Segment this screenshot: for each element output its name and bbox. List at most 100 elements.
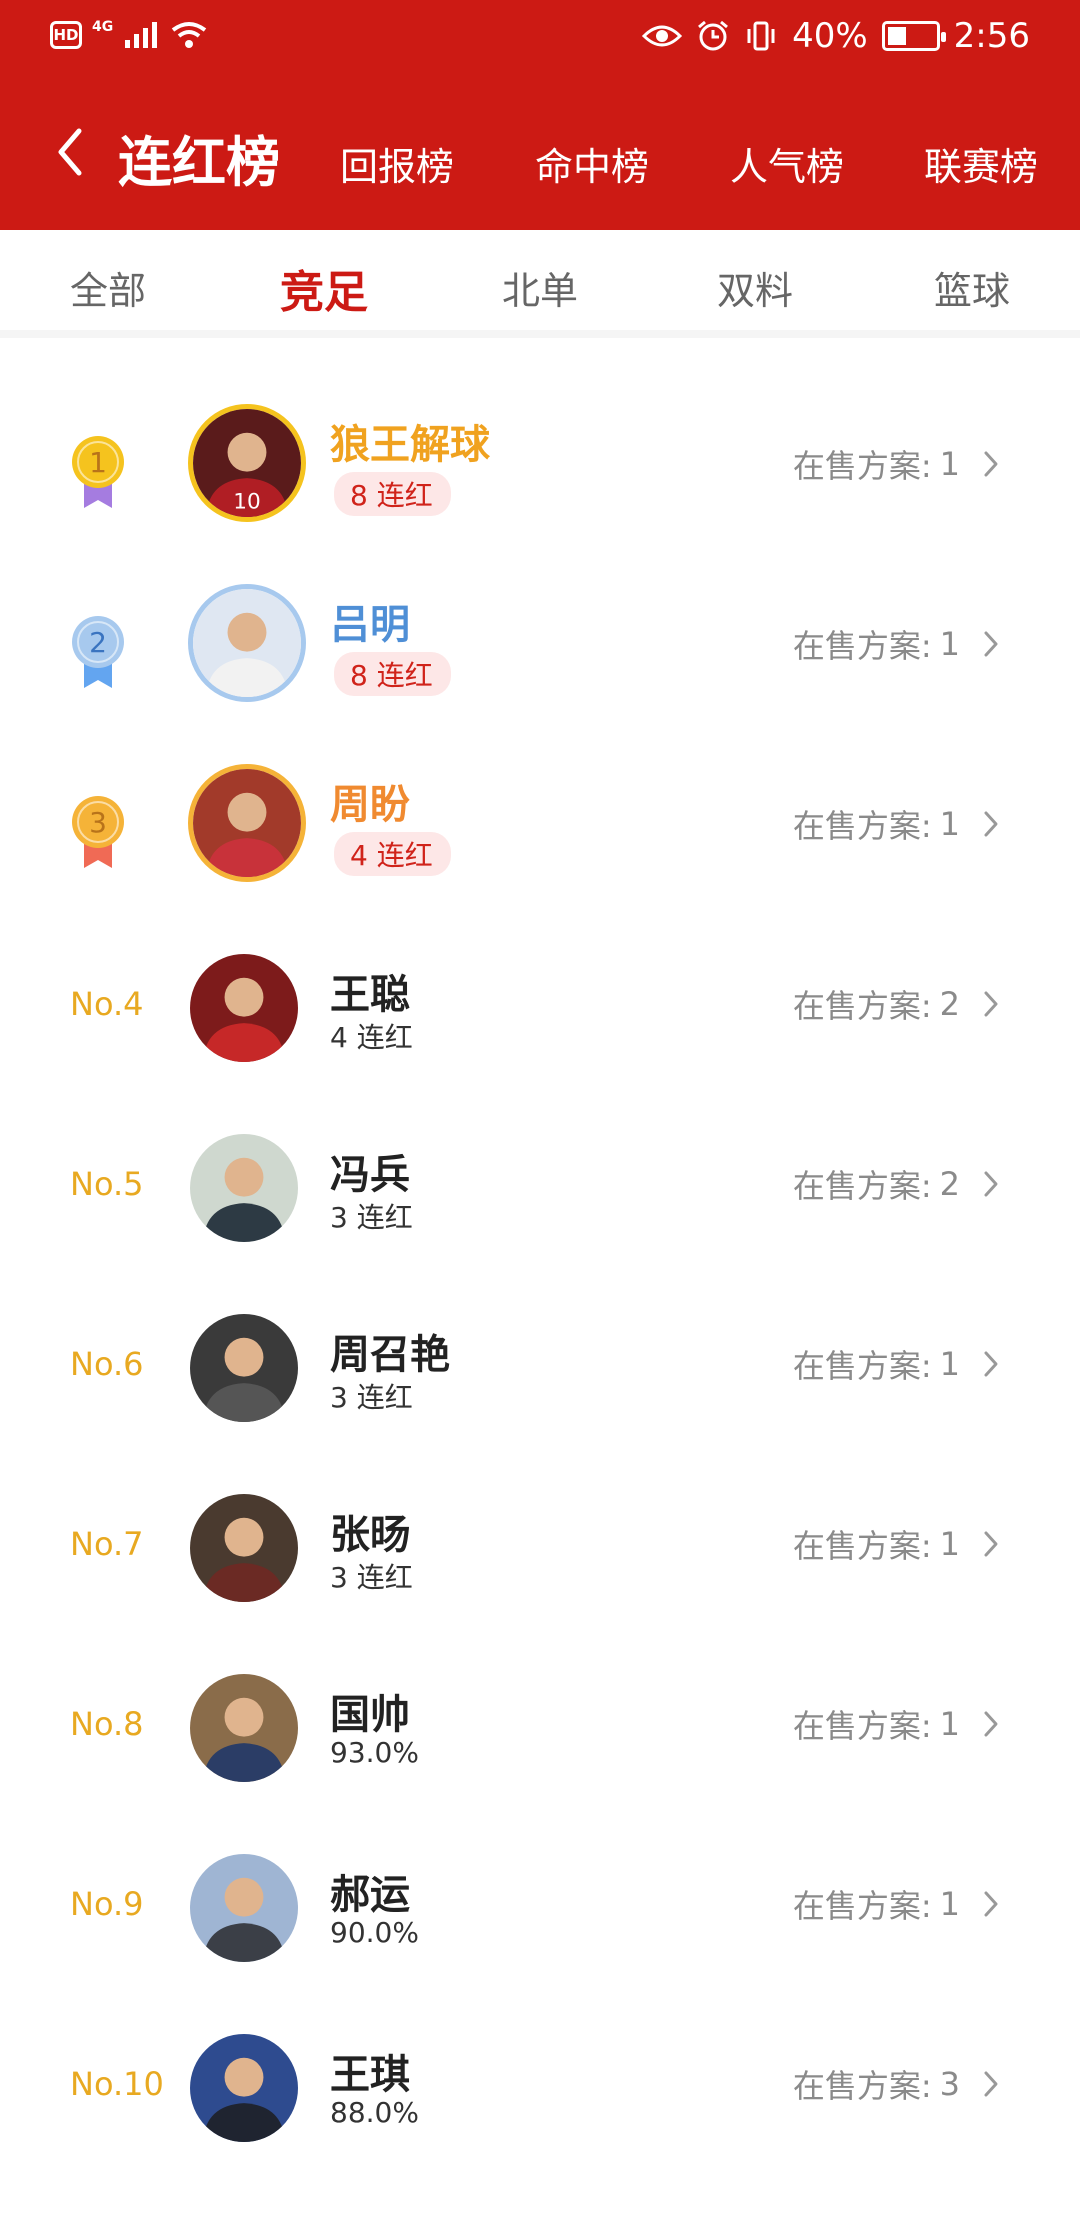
- list-item[interactable]: No.5 冯兵 3 连红 在售方案: 2: [40, 1094, 1040, 1274]
- on-sale-count: 1: [939, 445, 960, 483]
- on-sale-count: 1: [939, 1345, 960, 1383]
- medal-icon: 1: [72, 436, 124, 508]
- list-item[interactable]: No.6 周召艳 3 连红 在售方案: 1: [40, 1274, 1040, 1454]
- subtab-beidan[interactable]: 北单: [502, 260, 578, 315]
- medal-icon: 3: [72, 796, 124, 868]
- chevron-right-icon: [984, 1891, 998, 1917]
- tab-return-rank[interactable]: 回报榜: [340, 136, 454, 191]
- streak-stat: 8 连红: [334, 472, 451, 516]
- on-sale-label: 在售方案:: [792, 1527, 932, 1565]
- chevron-right-icon: [984, 1711, 998, 1737]
- streak-stat: 88.0%: [330, 2096, 419, 2129]
- on-sale-plans[interactable]: 在售方案: 2: [793, 914, 1000, 1094]
- wifi-icon: [172, 22, 207, 48]
- on-sale-plans[interactable]: 在售方案: 2: [793, 1094, 1000, 1274]
- avatar[interactable]: [190, 1674, 298, 1782]
- avatar[interactable]: 10: [188, 404, 306, 522]
- back-button[interactable]: [48, 122, 92, 182]
- subtab-jingzu[interactable]: 竞足: [280, 256, 368, 320]
- top-bar: HD 4G 40% 2:56 连红榜 回报榜 命中榜 人气榜 联赛榜: [0, 0, 1080, 230]
- rank-number: No.9: [70, 1885, 144, 1923]
- rank-number: No.6: [70, 1345, 144, 1383]
- avatar-image: [193, 589, 301, 697]
- tab-hit-rank[interactable]: 命中榜: [535, 136, 649, 191]
- avatar[interactable]: [190, 1494, 298, 1602]
- on-sale-count: 2: [939, 985, 960, 1023]
- chevron-right-icon: [984, 811, 998, 837]
- on-sale-plans[interactable]: 在售方案: 1: [793, 1454, 1000, 1634]
- chevron-right-icon: [984, 1171, 998, 1197]
- on-sale-count: 1: [939, 1885, 960, 1923]
- clock: 2:56: [953, 16, 1030, 56]
- vibrate-icon: [747, 21, 775, 51]
- svg-text:1: 1: [89, 446, 107, 479]
- subtab-basketball[interactable]: 篮球: [934, 260, 1010, 315]
- chevron-right-icon: [984, 2071, 998, 2097]
- avatar-image: [190, 1494, 298, 1602]
- on-sale-count: 1: [939, 1525, 960, 1563]
- list-item[interactable]: 1 10 狼王解球 8 连红 在售方案: 1: [40, 374, 1040, 554]
- avatar[interactable]: [188, 764, 306, 882]
- svg-text:10: 10: [233, 489, 260, 514]
- chevron-right-icon: [984, 451, 998, 477]
- avatar[interactable]: [190, 1134, 298, 1242]
- avatar-image: [193, 769, 301, 877]
- on-sale-plans[interactable]: 在售方案: 3: [793, 1994, 1000, 2174]
- streak-stat: 3 连红: [330, 1201, 413, 1234]
- streak-stat: 93.0%: [330, 1736, 419, 1769]
- list-item[interactable]: No.8 国帅 93.0% 在售方案: 1: [40, 1634, 1040, 1814]
- on-sale-label: 在售方案:: [792, 1707, 932, 1745]
- avatar[interactable]: [190, 954, 298, 1062]
- on-sale-plans[interactable]: 在售方案: 1: [793, 1814, 1000, 1994]
- expert-name: 狼王解球: [330, 422, 490, 468]
- chevron-right-icon: [984, 631, 998, 657]
- on-sale-plans[interactable]: 在售方案: 1: [793, 734, 1000, 914]
- list-item[interactable]: 2 吕明 8 连红 在售方案: 1: [40, 554, 1040, 734]
- rank-number: No.10: [70, 2065, 164, 2103]
- tab-league-rank[interactable]: 联赛榜: [924, 136, 1038, 191]
- streak-stat: 8 连红: [334, 652, 451, 696]
- expert-name: 郝运: [330, 1872, 410, 1918]
- subtab-all[interactable]: 全部: [70, 260, 146, 315]
- avatar[interactable]: [190, 1314, 298, 1422]
- subtab-shuangliao[interactable]: 双料: [717, 260, 793, 315]
- on-sale-count: 1: [939, 1705, 960, 1743]
- battery-level: [887, 27, 907, 45]
- list-item[interactable]: No.4 王聪 4 连红 在售方案: 2: [40, 914, 1040, 1094]
- tab-popularity-rank[interactable]: 人气榜: [730, 136, 844, 191]
- on-sale-label: 在售方案:: [792, 807, 932, 845]
- hd-badge: HD: [50, 21, 82, 49]
- list-item[interactable]: No.9 郝运 90.0% 在售方案: 1: [40, 1814, 1040, 1994]
- chevron-right-icon: [984, 1531, 998, 1557]
- avatar-image: [190, 1854, 298, 1962]
- expert-name: 国帅: [330, 1692, 410, 1738]
- rank-number: No.8: [70, 1705, 144, 1743]
- expert-name: 王聪: [330, 972, 410, 1018]
- on-sale-label: 在售方案:: [792, 627, 932, 665]
- expert-name: 王琪: [330, 2052, 410, 2098]
- expert-name: 冯兵: [330, 1152, 410, 1198]
- avatar[interactable]: [188, 584, 306, 702]
- expert-name: 吕明: [330, 602, 410, 648]
- avatar[interactable]: [190, 1854, 298, 1962]
- avatar[interactable]: [190, 2034, 298, 2142]
- avatar-image: [190, 2034, 298, 2142]
- on-sale-label: 在售方案:: [792, 2067, 932, 2105]
- list-item[interactable]: No.7 张旸 3 连红 在售方案: 1: [40, 1454, 1040, 1634]
- list-item[interactable]: No.10 王琪 88.0% 在售方案: 3: [40, 1994, 1040, 2174]
- avatar-image: [190, 1134, 298, 1242]
- on-sale-label: 在售方案:: [792, 987, 932, 1025]
- on-sale-label: 在售方案:: [792, 1347, 932, 1385]
- list-item[interactable]: 3 周盼 4 连红 在售方案: 1: [40, 734, 1040, 914]
- on-sale-count: 1: [939, 805, 960, 843]
- category-tabs: 全部 竞足 北单 双料 篮球: [0, 230, 1080, 338]
- medal-icon: 2: [72, 616, 124, 688]
- on-sale-label: 在售方案:: [792, 1167, 932, 1205]
- on-sale-plans[interactable]: 在售方案: 1: [793, 1274, 1000, 1454]
- signal-icon: [125, 22, 158, 48]
- avatar-image: [190, 954, 298, 1062]
- on-sale-plans[interactable]: 在售方案: 1: [793, 1634, 1000, 1814]
- on-sale-plans[interactable]: 在售方案: 1: [793, 374, 1000, 554]
- chevron-right-icon: [984, 1351, 998, 1377]
- on-sale-plans[interactable]: 在售方案: 1: [793, 554, 1000, 734]
